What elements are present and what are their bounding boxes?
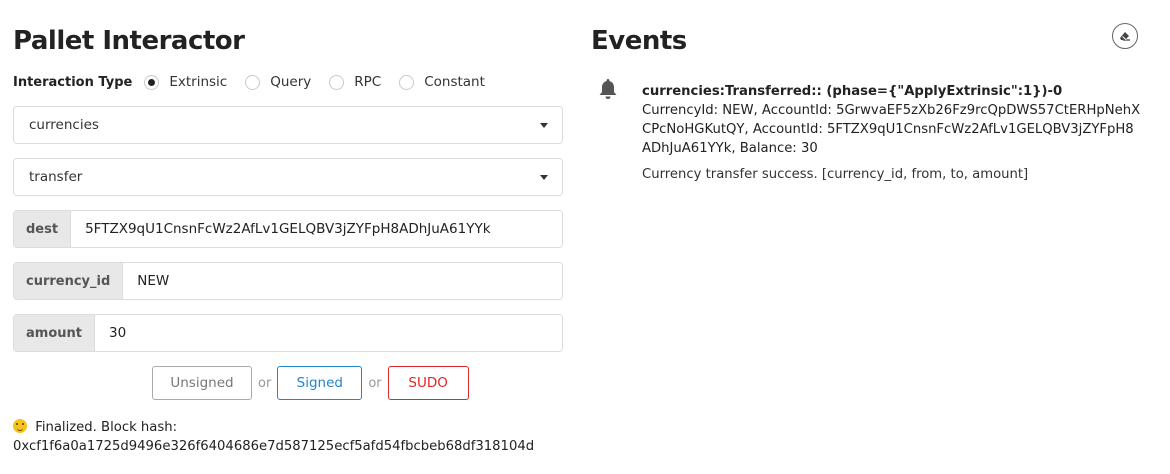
or-separator: or [368,375,382,391]
dest-field: dest [13,210,563,248]
radio-constant-label: Constant [424,74,485,90]
bell-icon [599,79,617,99]
transaction-status: Finalized. Block hash: 0xcf1f6a0a1725d94… [13,418,534,456]
status-line: Finalized. Block hash: [35,420,178,435]
unsigned-button[interactable]: Unsigned [152,366,252,400]
callable-dropdown-value: transfer [29,169,83,185]
smile-emoji-icon [13,419,27,433]
radio-query-circle[interactable] [245,74,261,90]
event-description: Currency transfer success. [currency_id,… [642,167,1029,182]
callable-dropdown[interactable]: transfer [13,158,563,196]
caret-down-icon [540,174,548,180]
interaction-type-label: Interaction Type [13,74,133,90]
amount-field-label: amount [14,315,95,351]
interaction-type-group: Interaction Type Extrinsic Query RPC Con… [13,74,503,90]
radio-query-label: Query [270,74,312,90]
pallet-dropdown[interactable]: currencies [13,106,563,144]
radio-rpc-label: RPC [354,74,382,90]
radio-query[interactable]: Query [245,74,311,90]
clear-events-button[interactable] [1112,23,1138,49]
currency-id-input[interactable] [123,263,562,299]
signed-button[interactable]: Signed [277,366,363,400]
amount-input[interactable] [94,315,562,351]
radio-constant-circle[interactable] [399,74,415,90]
event-body: currencies:Transferred:: (phase={"ApplyE… [642,82,1142,184]
sudo-button[interactable]: SUDO [387,366,469,400]
radio-extrinsic-label: Extrinsic [169,74,228,90]
or-separator: or [258,375,272,391]
page-title: Pallet Interactor [13,26,245,56]
pallet-dropdown-value: currencies [29,117,99,133]
event-data: CurrencyId: NEW, AccountId: 5GrwvaEF5zXb… [642,103,1141,156]
radio-extrinsic-circle[interactable] [144,74,160,90]
submit-button-group: Unsigned or Signed or SUDO [152,366,469,400]
caret-down-icon [540,122,548,128]
radio-rpc-circle[interactable] [329,74,345,90]
currency-id-field-label: currency_id [14,263,124,299]
event-title: currencies:Transferred:: (phase={"ApplyE… [642,84,1063,99]
radio-constant[interactable]: Constant [399,74,485,90]
events-title: Events [591,26,687,56]
dest-field-label: dest [14,211,72,247]
amount-field: amount [13,314,563,352]
dest-input[interactable] [71,211,562,247]
radio-rpc[interactable]: RPC [329,74,381,90]
currency-id-field: currency_id [13,262,563,300]
eraser-icon [1120,32,1130,41]
block-hash: 0xcf1f6a0a1725d9496e326f6404686e7d587125… [13,439,535,454]
radio-extrinsic[interactable]: Extrinsic [144,74,227,90]
